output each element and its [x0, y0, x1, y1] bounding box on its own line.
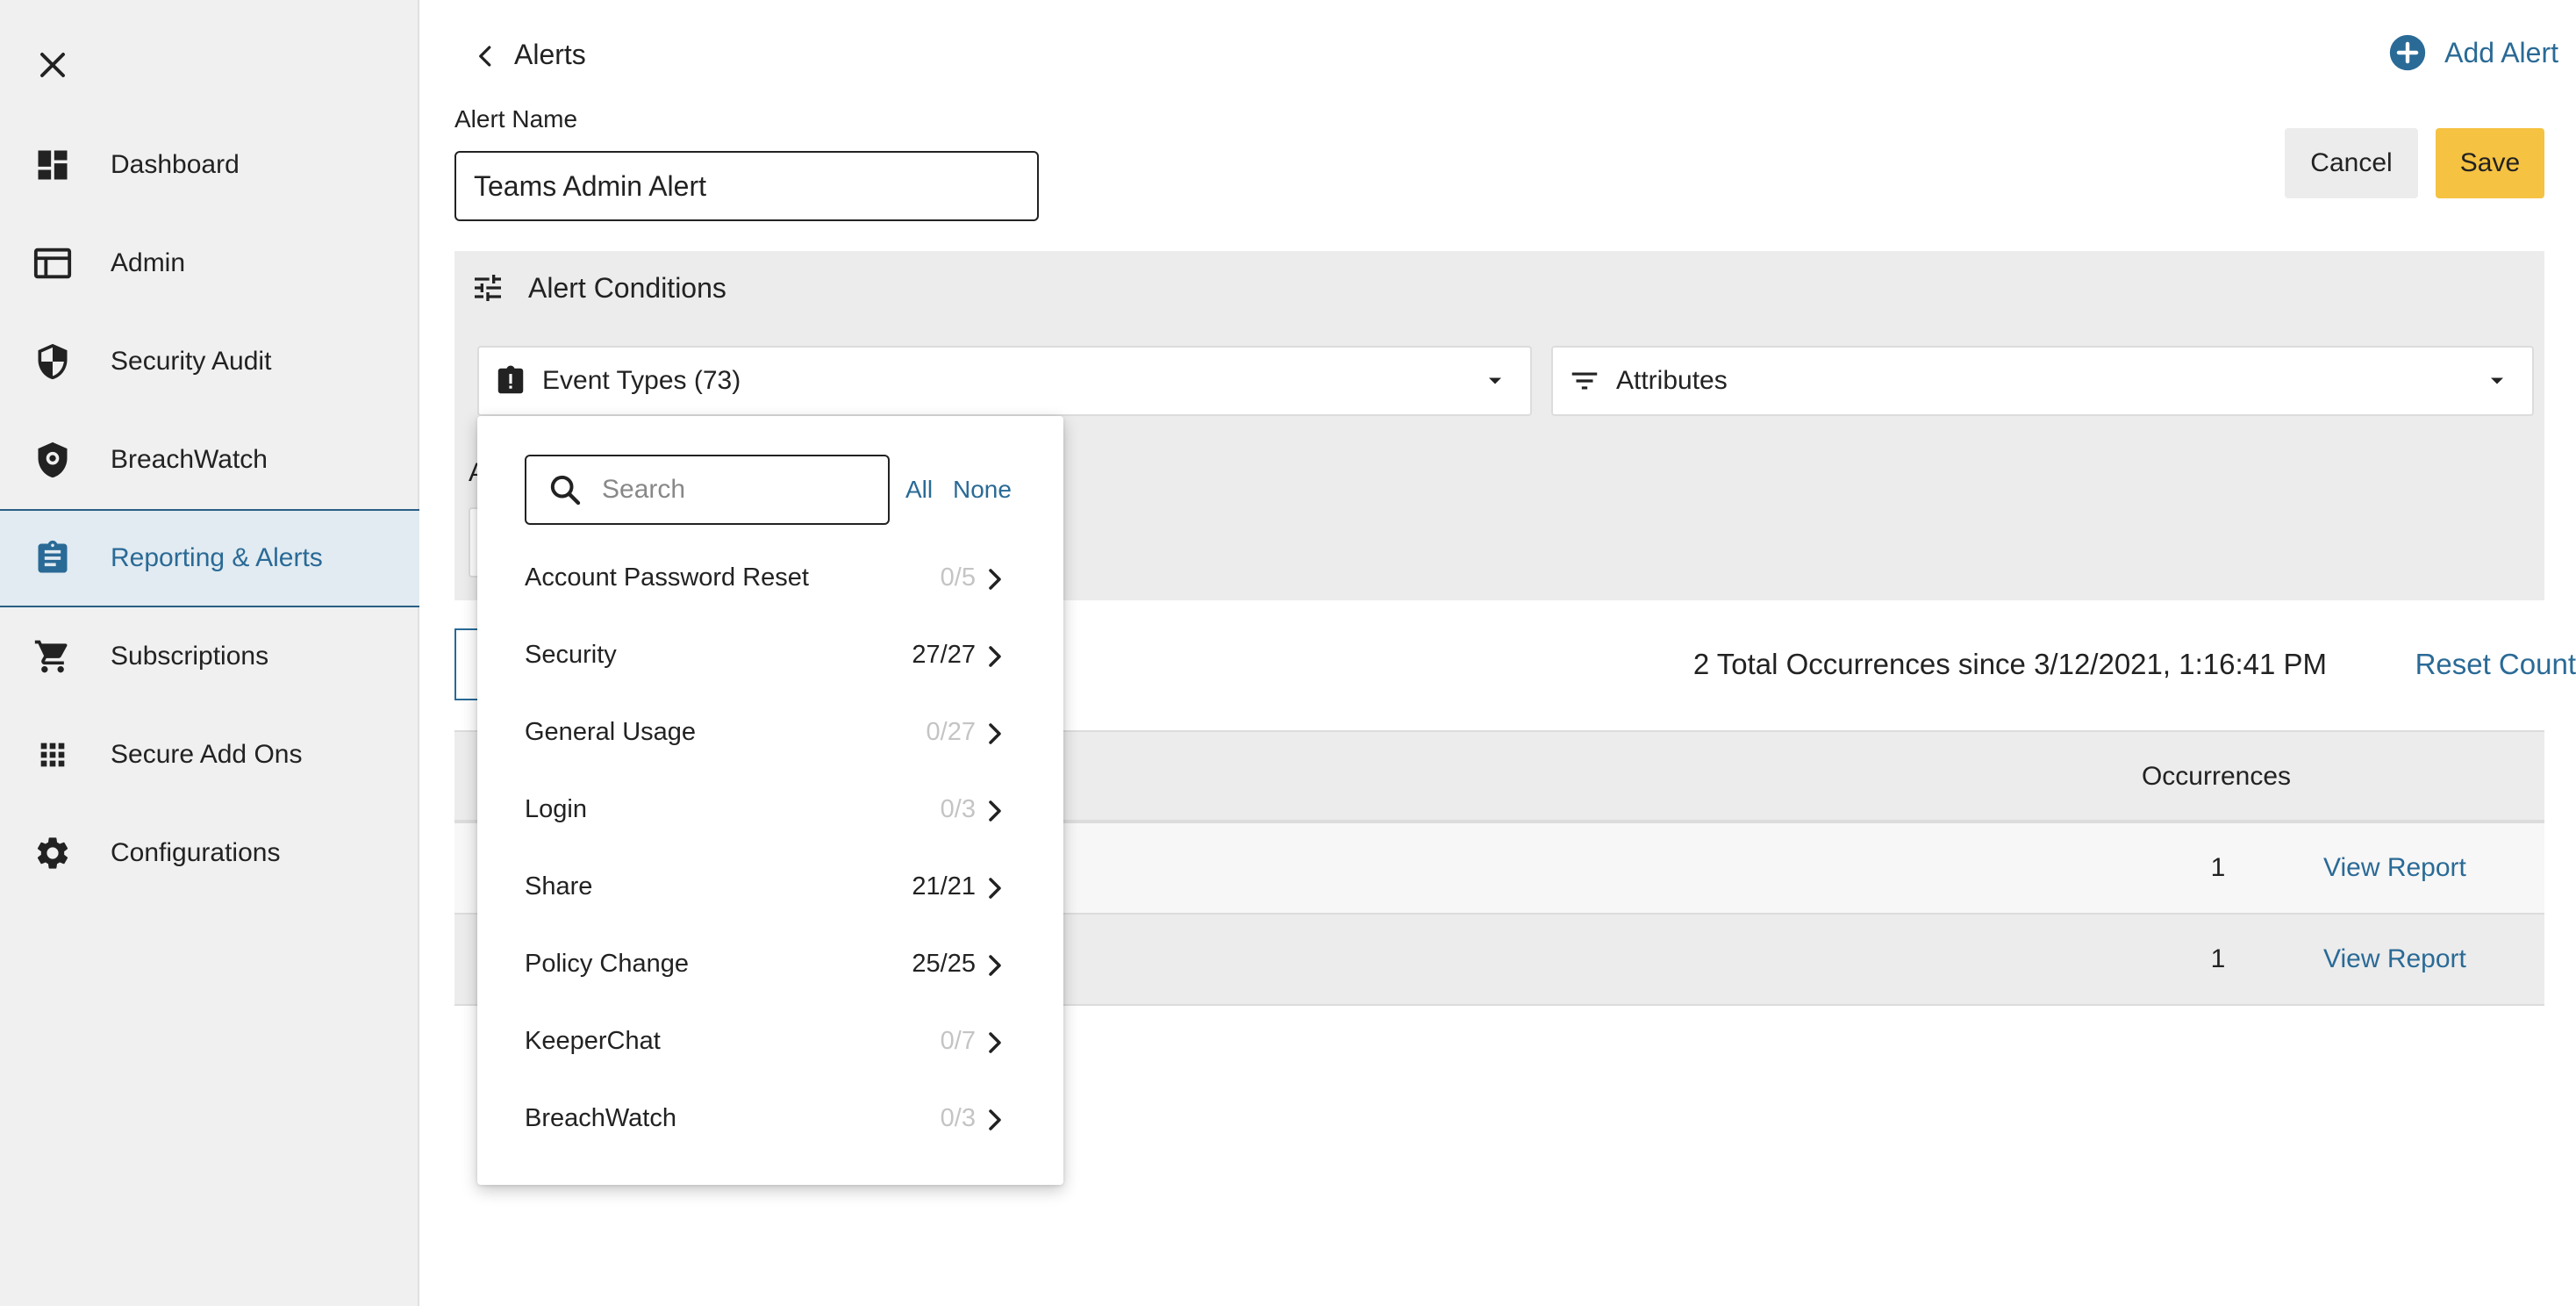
sidebar-item-security-audit[interactable]: Security Audit	[0, 312, 419, 411]
occurrences-summary: 2 Total Occurrences since 3/12/2021, 1:1…	[1692, 648, 2327, 680]
event-types-dropdown: All None Account Password Reset 0/5 Secu…	[477, 416, 1063, 1185]
sidebar: Dashboard Admin Security Audit BreachWat…	[0, 0, 419, 1306]
back-button[interactable]	[467, 37, 505, 75]
event-category-label: Login	[525, 795, 587, 823]
page-title: Alerts	[514, 39, 586, 70]
sidebar-item-label: Secure Add Ons	[111, 740, 303, 769]
sidebar-item-reporting-alerts[interactable]: Reporting & Alerts	[0, 509, 419, 607]
chevron-right-icon	[979, 639, 1011, 674]
chevron-right-icon	[979, 948, 1011, 983]
event-category-item[interactable]: General Usage 0/27	[477, 697, 1063, 774]
event-category-count: 21/21	[912, 872, 976, 901]
sidebar-item-dashboard[interactable]: Dashboard	[0, 116, 419, 214]
admin-icon	[32, 242, 74, 284]
dropdown-search-box	[525, 455, 890, 525]
caret-down-icon	[1478, 363, 1513, 398]
filter-icon	[1567, 363, 1602, 398]
select-all-link[interactable]: All	[905, 476, 933, 504]
view-report-link[interactable]: View Report	[2323, 853, 2466, 883]
event-category-item[interactable]: Account Password Reset 0/5	[477, 542, 1063, 620]
occurrence-count: 1	[2210, 853, 2226, 882]
sidebar-item-secure-add-ons[interactable]: Secure Add Ons	[0, 706, 419, 804]
cart-icon	[32, 635, 74, 678]
gear-icon	[32, 832, 74, 874]
event-category-item[interactable]: KeeperChat 0/7	[477, 1006, 1063, 1083]
event-category-item[interactable]: Security 27/27	[477, 620, 1063, 697]
chevron-right-icon	[979, 1102, 1011, 1137]
event-types-label: Event Types (73)	[542, 366, 741, 395]
event-category-count: 0/3	[940, 795, 976, 823]
dropdown-search-input[interactable]	[602, 475, 865, 505]
sidebar-item-label: Security Audit	[111, 347, 272, 376]
event-category-count: 0/5	[940, 563, 976, 592]
event-category-item[interactable]: Policy Change 25/25	[477, 929, 1063, 1006]
view-report-link[interactable]: View Report	[2323, 944, 2466, 974]
event-category-count: 0/3	[940, 1104, 976, 1132]
event-category-item[interactable]: Login 0/3	[477, 774, 1063, 851]
event-category-label: KeeperChat	[525, 1027, 661, 1055]
chevron-right-icon	[979, 871, 1011, 906]
sidebar-item-configurations[interactable]: Configurations	[0, 804, 419, 902]
save-button[interactable]: Save	[2436, 128, 2544, 198]
chevron-right-icon	[979, 793, 1011, 829]
sidebar-nav: Dashboard Admin Security Audit BreachWat…	[0, 116, 419, 902]
close-icon	[40, 53, 65, 77]
grid-icon	[32, 734, 74, 776]
cancel-button[interactable]: Cancel	[2285, 128, 2418, 198]
event-category-label: Security	[525, 641, 617, 669]
chevron-left-icon	[479, 46, 491, 67]
caret-down-icon	[2479, 363, 2515, 398]
chevron-right-icon	[979, 1025, 1011, 1060]
shield-icon	[32, 341, 74, 383]
sidebar-item-label: Subscriptions	[111, 642, 269, 671]
alert-conditions-title: Alert Conditions	[528, 272, 726, 304]
attributes-label: Attributes	[1616, 366, 1728, 395]
event-category-label: Policy Change	[525, 950, 689, 978]
sidebar-item-label: Admin	[111, 248, 186, 277]
alert-name-label: Alert Name	[454, 105, 578, 133]
event-category-label: Share	[525, 872, 593, 901]
dashboard-icon	[32, 144, 74, 186]
event-category-label: Account Password Reset	[525, 563, 809, 592]
sidebar-item-label: Configurations	[111, 838, 281, 867]
event-category-item[interactable]: BreachWatch 0/3	[477, 1083, 1063, 1160]
breachwatch-icon	[32, 439, 74, 481]
close-button[interactable]	[32, 44, 74, 86]
sidebar-item-breachwatch[interactable]: BreachWatch	[0, 411, 419, 509]
event-category-item[interactable]: Share 21/21	[477, 851, 1063, 929]
occurrence-count: 1	[2210, 944, 2226, 973]
sidebar-item-label: BreachWatch	[111, 445, 268, 474]
search-icon	[546, 470, 584, 509]
event-category-count: 0/27	[926, 718, 976, 746]
add-alert-label: Add Alert	[2444, 36, 2558, 68]
event-category-count: 27/27	[912, 641, 976, 669]
add-alert-button[interactable]: Add Alert	[2388, 33, 2558, 72]
add-circle-icon	[2389, 34, 2426, 71]
chevron-right-icon	[979, 562, 1011, 597]
app-root: Dashboard Admin Security Audit BreachWat…	[0, 0, 2576, 1306]
select-none-link[interactable]: None	[953, 476, 1012, 504]
alert-name-input[interactable]	[454, 151, 1039, 221]
event-alert-icon	[493, 363, 528, 398]
event-category-list: Account Password Reset 0/5 Security 27/2…	[477, 542, 1063, 1160]
clipboard-icon	[32, 537, 74, 579]
occurrences-column-header: Occurrences	[2141, 762, 2292, 791]
attributes-select[interactable]: Attributes	[1551, 346, 2534, 416]
reset-count-link[interactable]: Reset Count	[2415, 648, 2576, 681]
tune-icon	[469, 269, 507, 307]
sidebar-item-label: Dashboard	[111, 150, 240, 179]
event-category-count: 0/7	[940, 1027, 976, 1055]
chevron-right-icon	[979, 716, 1011, 751]
sidebar-item-subscriptions[interactable]: Subscriptions	[0, 607, 419, 706]
event-types-select[interactable]: Event Types (73)	[477, 346, 1532, 416]
event-category-count: 25/25	[912, 950, 976, 978]
sidebar-item-admin[interactable]: Admin	[0, 214, 419, 312]
event-category-label: General Usage	[525, 718, 697, 746]
event-category-label: BreachWatch	[525, 1104, 676, 1132]
sidebar-item-label: Reporting & Alerts	[111, 543, 323, 572]
